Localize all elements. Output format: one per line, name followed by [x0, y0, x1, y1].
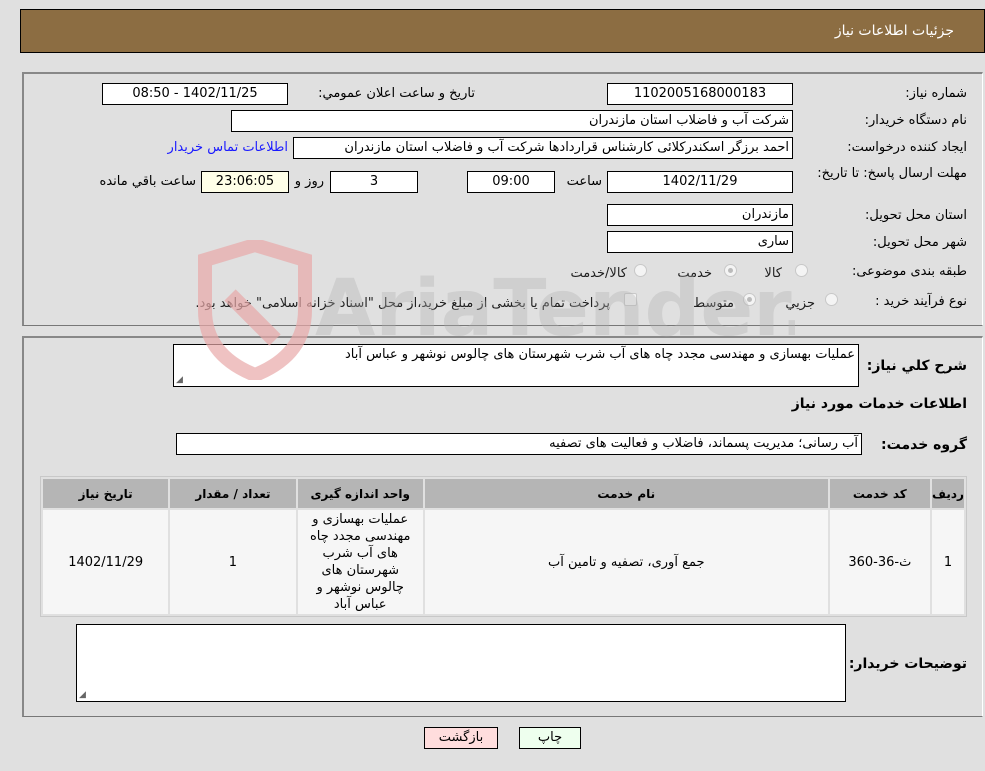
cell-unit: عملیات بهسازی و مهندسی مجدد چاه های آب ش… [297, 510, 423, 614]
table-row: 1 ث-36-360 جمع آوری، تصفیه و تامین آب عم… [43, 510, 964, 614]
remaining-time-label: ساعت باقي مانده [99, 174, 196, 189]
days-remaining-field[interactable]: 3 [330, 171, 418, 193]
cell-quantity: 1 [170, 510, 296, 614]
requester-label: ایجاد کننده درخواست: [847, 140, 967, 155]
table-header-row: ردیف کد خدمت نام خدمت واحد اندازه گیری ت… [43, 479, 964, 508]
cell-code: ث-36-360 [829, 510, 930, 614]
city-field[interactable]: ساری [607, 231, 793, 253]
need-number-label: شماره نیاز: [905, 86, 967, 101]
requester-field[interactable]: احمد برزگر اسکندرکلائی کارشناس قراردادها… [293, 137, 793, 159]
description-field[interactable]: عملیات بهسازی و مهندسی مجدد چاه های آب ش… [173, 344, 859, 387]
cell-date: 1402/11/29 [43, 510, 169, 614]
province-field[interactable]: مازندران [607, 204, 793, 226]
announce-datetime-field[interactable]: 1402/11/25 - 08:50 [102, 83, 288, 105]
category-radio-goods[interactable] [795, 264, 808, 277]
province-label: استان محل تحویل: [865, 208, 967, 223]
col-code: کد خدمت [829, 479, 930, 508]
process-label: نوع فرآیند خرید : [875, 294, 967, 309]
cell-name: جمع آوری، تصفیه و تامین آب [424, 510, 828, 614]
deadline-time-field[interactable]: 09:00 [467, 171, 555, 193]
cell-row: 1 [931, 510, 964, 614]
print-button[interactable]: چاپ [519, 727, 581, 749]
description-text: عملیات بهسازی و مهندسی مجدد چاه های آب ش… [344, 347, 855, 362]
page-header: جزئیات اطلاعات نیاز [20, 9, 985, 53]
buyer-notes-label: توضیحات خریدار: [848, 656, 967, 672]
service-group-label: گروه خدمت: [881, 437, 967, 453]
back-button[interactable]: بازگشت [424, 727, 498, 749]
resize-grip-icon[interactable]: ◢ [79, 690, 86, 700]
city-label: شهر محل تحویل: [872, 235, 967, 250]
services-section-title: اطلاعات خدمات مورد نیاز [791, 396, 967, 412]
treasury-checkbox[interactable] [624, 293, 637, 306]
buyer-notes-field[interactable]: ◢ [76, 624, 846, 702]
col-row: ردیف [931, 479, 964, 508]
resize-grip-icon[interactable]: ◢ [176, 375, 183, 385]
deadline-label: مهلت ارسال پاسخ: تا تاریخ: [817, 166, 967, 181]
category-label: طبقه بندی موضوعی: [851, 264, 967, 279]
buyer-org-label: نام دستگاه خریدار: [864, 113, 967, 128]
process-option-small: جزیي [785, 296, 815, 311]
category-radio-goods-service[interactable] [634, 264, 647, 277]
deadline-date-field[interactable]: 1402/11/29 [607, 171, 793, 193]
col-quantity: تعداد / مقدار [170, 479, 296, 508]
category-option-goods: کالا [764, 266, 782, 281]
process-radio-medium[interactable] [743, 293, 756, 306]
col-unit: واحد اندازه گیری [297, 479, 423, 508]
deadline-time-label: ساعت [566, 174, 602, 189]
treasury-note: پرداخت تمام یا بخشی از مبلغ خرید،از محل … [195, 296, 610, 311]
buyer-org-field[interactable]: شرکت آب و فاضلاب استان مازندران [231, 110, 793, 132]
col-name: نام خدمت [424, 479, 828, 508]
col-date: تاریخ نیاز [43, 479, 169, 508]
days-label: روز و [294, 174, 324, 189]
buyer-contact-link[interactable]: اطلاعات تماس خریدار [168, 140, 288, 155]
category-radio-service[interactable] [724, 264, 737, 277]
need-number-field[interactable]: 1102005168000183 [607, 83, 793, 105]
category-option-goods-service: کالا/خدمت [570, 266, 627, 281]
announce-label: تاریخ و ساعت اعلان عمومي: [318, 86, 475, 101]
service-group-field[interactable]: آب رسانی؛ مدیریت پسماند، فاضلاب و فعالیت… [176, 433, 862, 455]
process-option-medium: متوسط [693, 296, 734, 311]
services-table: ردیف کد خدمت نام خدمت واحد اندازه گیری ت… [40, 476, 967, 617]
process-radio-small[interactable] [825, 293, 838, 306]
description-label: شرح کلي نیاز: [866, 358, 967, 374]
category-option-service: خدمت [677, 266, 712, 281]
remaining-time-field: 23:06:05 [201, 171, 289, 193]
page-title: جزئیات اطلاعات نیاز [834, 23, 954, 39]
